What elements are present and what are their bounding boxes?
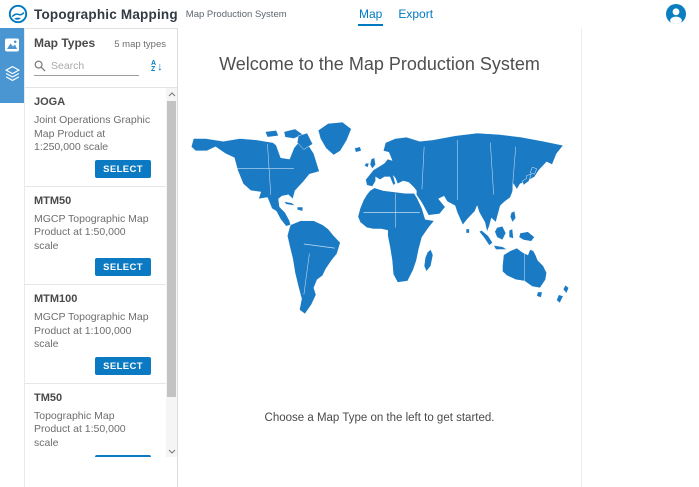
map-type-name: MTM50 — [34, 195, 151, 207]
search-icon — [34, 60, 46, 72]
sort-letter-z: Z — [151, 67, 156, 74]
map-type-description: Joint Operations Graphic Map Product at … — [34, 114, 151, 155]
list-item-mtm100: MTM100 MGCP Topographic Map Product at 1… — [25, 285, 177, 384]
map-type-name: JOGA — [34, 96, 151, 108]
map-type-name: MTM100 — [34, 293, 151, 305]
select-button-mtm100[interactable]: SELECT — [95, 357, 151, 375]
tab-map[interactable]: Map — [358, 2, 383, 26]
map-type-count: 5 map types — [114, 39, 168, 50]
map-type-list: JOGA Joint Operations Graphic Map Produc… — [25, 88, 177, 457]
search-box[interactable] — [34, 58, 139, 76]
tool-strip — [0, 28, 24, 487]
content-row: Map Types 5 map types A Z — [0, 28, 699, 487]
welcome-title: Welcome to the Map Production System — [178, 54, 581, 75]
scrollbar-thumb[interactable] — [167, 101, 176, 397]
map-types-header: Map Types 5 map types A Z — [25, 29, 177, 88]
header-tabs: Map Export — [358, 0, 434, 28]
panel-title: Map Types — [34, 36, 95, 50]
tool-strip-active-group — [0, 28, 24, 103]
search-input[interactable] — [51, 60, 139, 72]
scroll-up-arrow[interactable] — [166, 88, 177, 100]
app-window: Topographic Mapping Map Production Syste… — [0, 0, 699, 487]
list-item-tm50: TM50 Topographic Map Product at 1:50,000… — [25, 384, 177, 458]
world-map-graphic — [188, 118, 572, 318]
page-subtitle: Map Production System — [186, 9, 287, 20]
select-button-mtm50[interactable]: SELECT — [95, 258, 151, 276]
user-account-icon[interactable] — [666, 4, 686, 24]
sidebar-scrollbar[interactable] — [166, 88, 177, 457]
app-header: Topographic Mapping Map Production Syste… — [0, 0, 699, 28]
select-button-tm50[interactable]: SELECT — [95, 455, 151, 457]
list-item-joga: JOGA Joint Operations Graphic Map Produc… — [25, 88, 177, 187]
map-types-panel: Map Types 5 map types A Z — [24, 28, 178, 487]
layers-icon[interactable] — [4, 65, 21, 82]
map-type-description: MGCP Topographic Map Product at 1:50,000… — [34, 213, 151, 254]
basemap-panel-icon[interactable] — [4, 37, 20, 53]
map-type-name: TM50 — [34, 392, 151, 404]
sort-arrow-icon: ↓ — [157, 62, 163, 73]
map-type-description: MGCP Topographic Map Product at 1:100,00… — [34, 311, 151, 352]
page-title: Topographic Mapping — [34, 7, 178, 22]
world-map — [188, 118, 572, 318]
instruction-text: Choose a Map Type on the left to get sta… — [178, 412, 581, 424]
tab-export[interactable]: Export — [397, 2, 434, 26]
list-item-mtm50: MTM50 MGCP Topographic Map Product at 1:… — [25, 187, 177, 286]
right-empty-panel — [581, 28, 699, 487]
scrollbar-track[interactable] — [166, 100, 177, 445]
globe-logo-icon — [8, 4, 28, 24]
select-button-joga[interactable]: SELECT — [95, 160, 151, 178]
sort-az-icon[interactable]: A Z ↓ — [151, 61, 163, 74]
scroll-down-arrow[interactable] — [166, 445, 177, 457]
map-type-description: Topographic Map Product at 1:50,000 scal… — [34, 410, 151, 451]
main-content: Welcome to the Map Production System — [178, 28, 581, 487]
